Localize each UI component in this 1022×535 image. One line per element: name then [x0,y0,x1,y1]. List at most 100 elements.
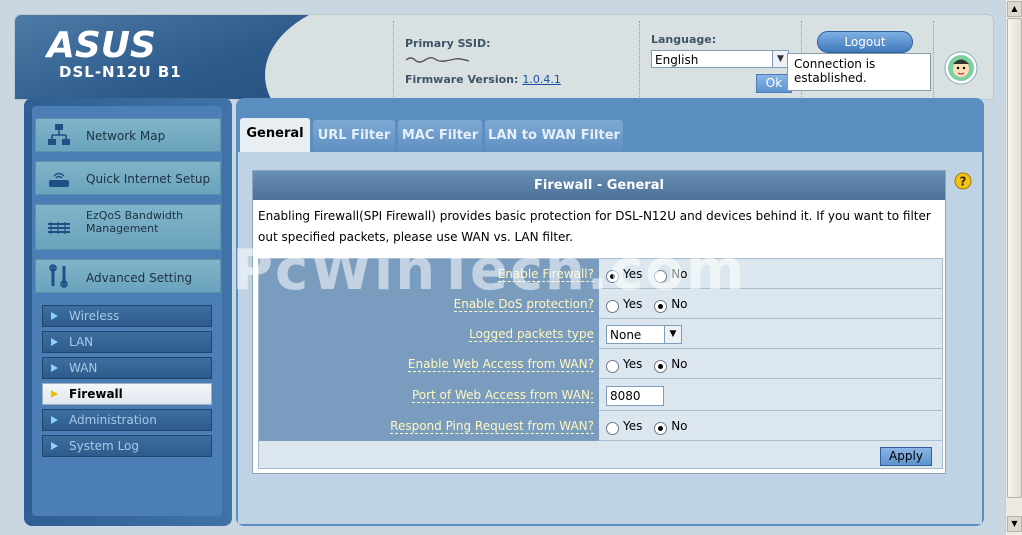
label-web-access-port: Port of Web Access from WAN: [411,388,594,403]
arrow-right-icon [51,338,58,346]
brand-logo-text: ASUS [45,25,156,63]
sidebar-item-label: Advanced Setting [86,271,193,285]
scroll-down-icon[interactable]: ▼ [1007,516,1022,532]
radio-label: Yes [623,419,643,433]
router-icon [49,172,69,187]
sidebar-subitem-firewall[interactable]: Firewall [42,383,212,405]
scrollbar-thumb[interactable] [1007,18,1022,498]
form-row-logged-packets: Logged packets type None ▼ [259,319,942,349]
main-panel: General URL Filter MAC Filter LAN to WAN… [236,98,984,526]
connection-status-bubble: Connection is established. [787,53,931,91]
apply-button[interactable]: Apply [880,447,932,466]
submenu-label: Administration [69,413,157,427]
sidebar-item-ezqos[interactable]: EzQoS Bandwidth Management [35,204,221,250]
sidebar-subitem-system-log[interactable]: System Log [42,435,212,457]
row-label: Respond Ping Request from WAN? [259,411,599,441]
firmware-version-link[interactable]: 1.0.4.1 [522,73,560,86]
row-value: Yes No [600,411,942,441]
row-value: Yes No [600,349,942,379]
firewall-panel: Firewall - General Enabling Firewall(SPI… [252,170,946,474]
logged-packets-select[interactable]: None ▼ [606,325,682,344]
tab-general[interactable]: General [240,118,310,152]
form-row-web-access-wan: Enable Web Access from WAN? Yes No [259,349,942,379]
radio-option-no[interactable]: No [654,349,688,382]
sidebar-subitem-wireless[interactable]: Wireless [42,305,212,327]
radio-label: No [671,357,688,371]
arrow-right-icon [51,312,58,320]
radio-button[interactable] [654,422,668,435]
svg-text:?: ? [960,175,967,189]
ssid-label: Primary SSID: [405,37,491,50]
logo-curve [265,15,525,99]
help-icon[interactable]: ? [954,172,972,190]
logout-button[interactable]: Logout [817,31,913,53]
router-admin-page: ASUS DSL-N12U B1 Primary SSID: Firmware … [0,0,1022,535]
arrow-right-icon [51,442,58,450]
status-avatar-icon [944,51,978,85]
firmware-label: Firmware Version: 1.0.4.1 [405,73,561,86]
tab-mac-filter[interactable]: MAC Filter [398,120,482,152]
tools-icon [49,264,68,288]
chevron-down-icon[interactable]: ▼ [664,326,681,343]
radio-label: No [671,419,688,433]
language-select[interactable]: English ▼ [651,50,789,68]
sidebar-subitem-wan[interactable]: WAN [42,357,212,379]
language-label: Language: [651,33,717,46]
row-value: None ▼ [600,319,942,349]
arrow-right-icon [51,416,58,424]
submenu-label: Firewall [69,387,123,401]
network-map-icon [48,124,70,145]
radio-option-no[interactable]: No [654,411,688,444]
label-ping-wan: Respond Ping Request from WAN? [390,419,594,434]
header-divider [639,21,640,99]
firewall-title: Firewall - General [253,171,945,200]
radio-option-yes[interactable]: Yes [606,349,642,382]
submenu-label: System Log [69,439,139,453]
header: ASUS DSL-N12U B1 Primary SSID: Firmware … [14,14,994,100]
radio-option-yes[interactable]: Yes [606,411,642,444]
vertical-scrollbar[interactable]: ▲ ▼ [1005,0,1022,535]
sidebar-item-label: Network Map [86,129,166,143]
watermark: PcWinTech.com [232,238,747,303]
radio-button[interactable] [606,360,619,373]
sidebar-item-label: Quick Internet Setup [86,172,211,186]
model-name: DSL-N12U B1 [59,63,182,81]
sidebar-subitem-administration[interactable]: Administration [42,409,212,431]
scroll-up-icon[interactable]: ▲ [1007,1,1022,17]
firmware-label-text: Firmware Version: [405,73,519,86]
select-value: None [610,328,642,342]
sidebar-item-network-map[interactable]: Network Map [35,118,221,152]
row-label: Logged packets type [259,319,599,349]
radio-button[interactable] [606,422,619,435]
header-divider [393,21,394,99]
radio-button[interactable] [654,360,668,373]
form-row-web-access-port: Port of Web Access from WAN: 8080 [259,379,942,411]
arrow-right-icon [51,364,58,372]
arrow-right-icon [51,390,58,398]
sidebar-item-advanced-setting[interactable]: Advanced Setting [35,259,221,293]
sidebar: Network Map Quick Internet Setup EzQoS B… [24,98,232,526]
submenu-label: LAN [69,335,94,349]
bandwidth-icon [48,222,70,234]
submenu-label: Wireless [69,309,120,323]
row-value: 8080 [600,379,942,411]
sidebar-subitem-lan[interactable]: LAN [42,331,212,353]
label-logged-packets: Logged packets type [469,327,594,342]
web-access-port-input[interactable]: 8080 [606,385,664,406]
chevron-down-icon[interactable]: ▼ [772,51,788,67]
sidebar-item-quick-internet-setup[interactable]: Quick Internet Setup [35,161,221,195]
sidebar-inner: Network Map Quick Internet Setup EzQoS B… [32,106,222,516]
row-label: Enable Web Access from WAN? [259,349,599,379]
header-divider [933,21,934,99]
brand-logo: ASUS [45,25,156,63]
sidebar-item-label: EzQoS Bandwidth Management [86,209,184,235]
form-row-ping-wan: Respond Ping Request from WAN? Yes No [259,411,942,441]
row-label: Port of Web Access from WAN: [259,379,599,411]
label-web-access-wan: Enable Web Access from WAN? [407,357,594,372]
submenu-label: WAN [69,361,98,375]
language-value: English [655,53,699,67]
ssid-scribble [405,57,470,63]
radio-label: Yes [623,357,643,371]
tab-lan-to-wan-filter[interactable]: LAN to WAN Filter [485,120,623,152]
tab-url-filter[interactable]: URL Filter [313,120,395,152]
